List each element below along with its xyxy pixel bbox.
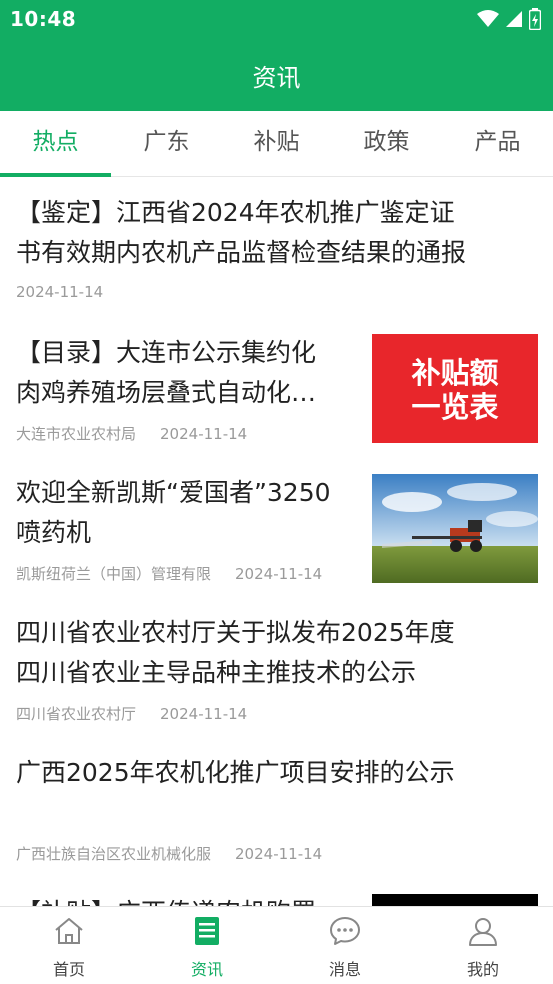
news-source: 四川省农业农村厅 xyxy=(16,705,137,723)
news-source: 大连市农业农村局 xyxy=(16,425,137,443)
news-title-line: 喷药机 xyxy=(16,518,92,547)
news-source: 凯斯纽荷兰（中国）管理有限 xyxy=(16,565,212,583)
status-bar: 10:48 xyxy=(0,0,553,38)
sprayer-image xyxy=(372,474,538,583)
news-title-line: 【目录】大连市公示集约化 xyxy=(16,338,317,367)
news-date: 2024-11-14 xyxy=(235,845,323,863)
category-tabs: 热点 广东 补贴 政策 产品 xyxy=(0,111,553,177)
news-item[interactable]: 四川省农业农村厅关于拟发布2025年度 四川省农业主导品种主推技术的公示 四川省… xyxy=(0,598,553,738)
page-title: 资讯 xyxy=(252,64,301,92)
app-header: 10:48 资讯 xyxy=(0,0,553,111)
active-tab-indicator xyxy=(0,173,111,177)
news-title: 【补贴】广西传递农机购置 xyxy=(16,893,361,906)
status-icons xyxy=(477,8,541,30)
nav-label: 资讯 xyxy=(190,960,223,979)
sprayer-photo xyxy=(372,474,538,583)
news-meta: 大连市农业农村局 2024-11-14 xyxy=(16,423,271,444)
news-title: 【鉴定】江西省2024年农机推广鉴定证 书有效期内农机产品监督检查结果的通报 xyxy=(16,193,541,273)
news-item[interactable]: 【补贴】广西传递农机购置 xyxy=(0,878,553,906)
thumb-text: 补贴额 xyxy=(411,356,499,390)
news-date: 2024-11-14 xyxy=(16,283,104,301)
signal-icon xyxy=(506,11,522,27)
news-title-line: 欢迎全新凯斯“爱国者”3250 xyxy=(16,478,331,507)
news-meta: 广西壮族自治区农业机械化服 2024-11-14 xyxy=(16,843,346,864)
news-meta: 2024-11-14 xyxy=(16,283,127,301)
news-thumbnail: 补贴额 一览表 xyxy=(372,334,538,443)
news-title-line: 【鉴定】江西省2024年农机推广鉴定证 xyxy=(16,198,455,227)
tab-hot[interactable]: 热点 xyxy=(0,111,111,177)
news-thumbnail xyxy=(372,894,538,906)
news-date: 2024-11-14 xyxy=(160,705,248,723)
battery-icon xyxy=(529,8,541,30)
news-title-line: 书有效期内农机产品监督检查结果的通报 xyxy=(16,238,467,267)
news-title-line: 四川省农业农村厅关于拟发布2025年度 xyxy=(16,618,455,647)
nav-label: 我的 xyxy=(466,960,499,979)
message-icon xyxy=(330,917,360,945)
news-source: 广西壮族自治区农业机械化服 xyxy=(16,845,212,863)
nav-label: 消息 xyxy=(328,960,361,979)
wifi-icon xyxy=(477,10,499,27)
news-title-line: 广西2025年农机化推广项目安排的公示 xyxy=(16,758,455,787)
tab-subsidy[interactable]: 补贴 xyxy=(221,111,332,177)
tab-policy[interactable]: 政策 xyxy=(331,111,442,177)
nav-profile[interactable]: 我的 xyxy=(414,907,552,984)
news-date: 2024-11-14 xyxy=(235,565,323,583)
news-meta: 四川省农业农村厅 2024-11-14 xyxy=(16,703,271,724)
bottom-navigation: 首页 资讯 消息 我的 xyxy=(0,906,553,984)
news-title: 四川省农业农村厅关于拟发布2025年度 四川省农业主导品种主推技术的公示 xyxy=(16,613,541,693)
news-title-line: 【补贴】广西传递农机购置 xyxy=(16,893,361,906)
news-title: 【目录】大连市公示集约化 肉鸡养殖场层叠式自动化… xyxy=(16,333,361,413)
nav-news[interactable]: 资讯 xyxy=(138,907,276,984)
news-item[interactable]: 广西2025年农机化推广项目安排的公示 广西壮族自治区农业机械化服 2024-11… xyxy=(0,738,553,878)
home-icon xyxy=(55,918,83,944)
user-icon xyxy=(469,918,497,946)
status-time: 10:48 xyxy=(10,7,77,31)
news-title: 广西2025年农机化推广项目安排的公示 xyxy=(16,753,541,793)
news-item[interactable]: 【鉴定】江西省2024年农机推广鉴定证 书有效期内农机产品监督检查结果的通报 2… xyxy=(0,178,553,318)
news-icon xyxy=(195,917,219,945)
news-title-line: 肉鸡养殖场层叠式自动化… xyxy=(16,378,317,407)
news-item[interactable]: 【目录】大连市公示集约化 肉鸡养殖场层叠式自动化… 大连市农业农村局 2024-1… xyxy=(0,318,553,458)
news-meta: 凯斯纽荷兰（中国）管理有限 2024-11-14 xyxy=(16,563,346,584)
news-item[interactable]: 欢迎全新凯斯“爱国者”3250 喷药机 凯斯纽荷兰（中国）管理有限 2024-11… xyxy=(0,458,553,598)
tab-products[interactable]: 产品 xyxy=(442,111,553,177)
news-title: 欢迎全新凯斯“爱国者”3250 喷药机 xyxy=(16,473,361,553)
news-date: 2024-11-14 xyxy=(160,425,248,443)
tab-guangdong[interactable]: 广东 xyxy=(111,111,222,177)
nav-home[interactable]: 首页 xyxy=(0,907,138,984)
nav-label: 首页 xyxy=(52,960,85,979)
thumb-text: 一览表 xyxy=(411,390,499,424)
news-title-line: 四川省农业主导品种主推技术的公示 xyxy=(16,658,417,687)
nav-messages[interactable]: 消息 xyxy=(276,907,414,984)
